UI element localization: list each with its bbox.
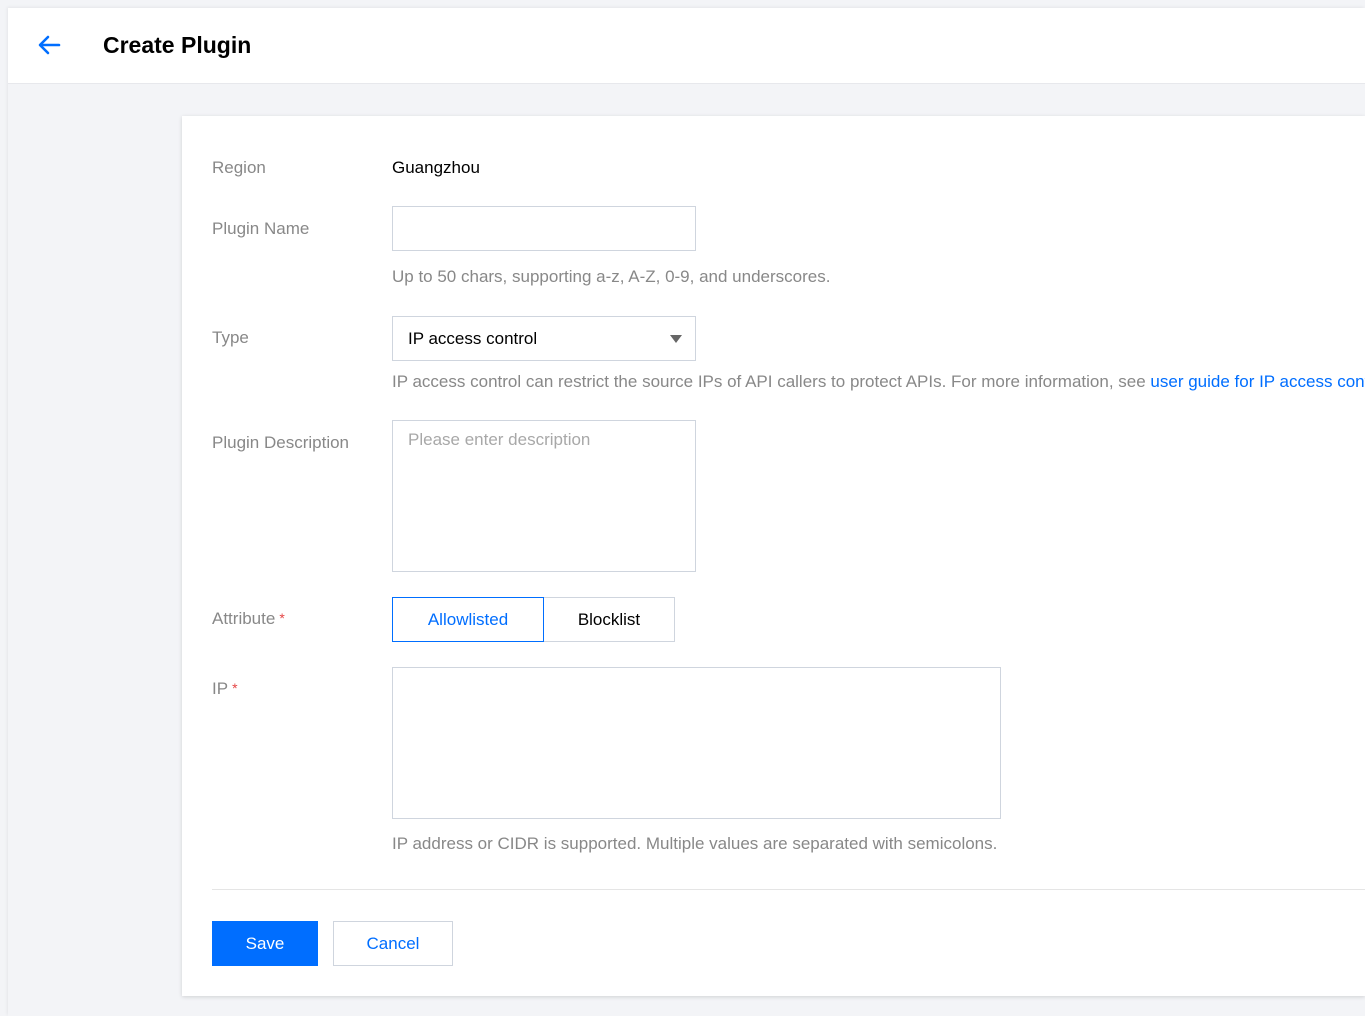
arrow-left-icon (38, 35, 61, 55)
attribute-label: Attribute * (212, 608, 285, 630)
type-select[interactable]: IP access control (392, 316, 696, 361)
ip-label-text: IP (212, 679, 229, 698)
page-title: Create Plugin (103, 32, 252, 58)
caret-down-icon (670, 335, 682, 343)
type-select-value: IP access control (408, 329, 538, 348)
attribute-allowlisted-option[interactable]: Allowlisted (392, 597, 544, 642)
cancel-button[interactable]: Cancel (333, 921, 453, 966)
type-hint-text: IP access control can restrict the sourc… (392, 372, 1151, 391)
ip-label: IP * (212, 678, 238, 700)
back-button[interactable] (34, 30, 64, 60)
save-button[interactable]: Save (212, 921, 318, 966)
plugin-name-input[interactable] (392, 206, 696, 251)
plugin-name-label: Plugin Name (212, 219, 310, 238)
page-header: Create Plugin (8, 8, 1365, 84)
region-label: Region (212, 158, 266, 177)
plugin-name-hint: Up to 50 chars, supporting a-z, A-Z, 0-9… (392, 267, 831, 286)
description-textarea[interactable] (392, 420, 696, 572)
region-value: Guangzhou (392, 158, 480, 177)
ip-hint: IP address or CIDR is supported. Multipl… (392, 834, 998, 853)
attribute-segmented-control: Allowlisted Blocklist (392, 597, 675, 642)
attribute-label-text: Attribute (212, 609, 276, 628)
type-label: Type (212, 328, 249, 347)
description-label: Plugin Description (212, 433, 350, 452)
type-hint: IP access control can restrict the sourc… (392, 371, 1365, 393)
ip-access-control-guide-link[interactable]: user guide for IP access control (1150, 372, 1365, 391)
attribute-blocklist-option[interactable]: Blocklist (544, 597, 675, 642)
required-mark: * (232, 680, 238, 696)
required-mark: * (279, 610, 285, 626)
create-plugin-form: Region Guangzhou Plugin Name Up to 50 ch… (182, 116, 1365, 996)
ip-textarea[interactable] (392, 667, 1001, 819)
form-divider (212, 889, 1365, 890)
